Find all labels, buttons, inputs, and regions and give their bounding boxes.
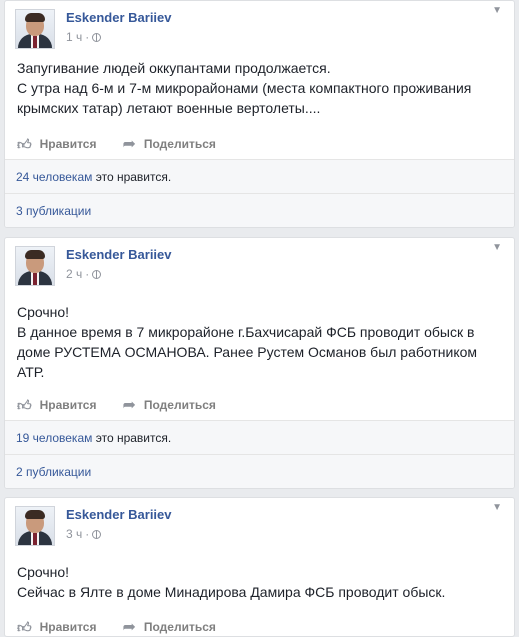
- like-label: Нравится: [39, 398, 97, 412]
- post-text: Срочно! Сейчас в Ялте в доме Минадирова …: [17, 564, 446, 600]
- like-button[interactable]: 👍︎ Нравится: [17, 619, 96, 636]
- post-header: Eskender Bariiev 1 ч · ▼: [5, 1, 514, 49]
- share-button[interactable]: ➦ Поделиться: [122, 134, 215, 154]
- share-label: Поделиться: [143, 620, 216, 634]
- share-button[interactable]: ➦ Поделиться: [122, 617, 216, 636]
- likes-suffix: это нравится.: [95, 170, 172, 184]
- avatar[interactable]: [15, 246, 55, 286]
- avatar[interactable]: [15, 506, 55, 546]
- timestamp[interactable]: 3 ч: [66, 527, 82, 541]
- like-label: Нравится: [39, 620, 97, 634]
- likes-summary: 19 человекам это нравится.: [16, 431, 171, 445]
- post-header: Eskender Bariiev 2 ч · ▼: [5, 238, 514, 286]
- post-card: Eskender Bariiev 1 ч · ▼ Запугивание люд…: [4, 0, 515, 228]
- like-button[interactable]: 👍︎ Нравится: [17, 397, 96, 414]
- chevron-down-icon[interactable]: ▼: [492, 242, 502, 253]
- globe-icon[interactable]: [92, 269, 102, 279]
- post-meta: 2 ч ·: [66, 267, 102, 281]
- engagement-strip: 19 человекам это нравится. 2 публикации: [5, 420, 514, 488]
- post-header: Eskender Bariiev 3 ч · ▼: [5, 498, 514, 546]
- action-bar: 👍︎ Нравится ➦ Поделиться: [17, 613, 502, 637]
- author-name[interactable]: Eskender Bariiev: [66, 10, 172, 25]
- like-button[interactable]: 👍︎ Нравится: [17, 136, 96, 153]
- chevron-down-icon[interactable]: ▼: [492, 5, 502, 16]
- thumbs-up-icon: 👍︎: [17, 618, 32, 635]
- thumbs-up-icon: 👍︎: [17, 135, 32, 152]
- likes-suffix: это нравится.: [95, 431, 172, 445]
- timestamp[interactable]: 2 ч: [66, 267, 82, 281]
- post-text: Срочно! В данное время в 7 микрорайоне г…: [17, 304, 478, 380]
- share-label: Поделиться: [143, 137, 216, 151]
- likes-count-link[interactable]: 19 человекам: [16, 431, 92, 445]
- like-label: Нравится: [39, 137, 97, 151]
- share-arrow-icon: ➦: [122, 397, 136, 414]
- timestamp[interactable]: 1 ч: [66, 30, 82, 44]
- likes-count-link[interactable]: 24 человекам: [16, 170, 92, 184]
- engagement-strip: 24 человекам это нравится. 3 публикации: [5, 159, 514, 227]
- post-card: Eskender Bariiev 3 ч · ▼ Срочно! Сейчас …: [4, 497, 515, 637]
- likes-summary: 24 человекам это нравится.: [16, 170, 171, 184]
- post-card: Eskender Bariiev 2 ч · ▼ Срочно! В данно…: [4, 237, 515, 489]
- post-text: Запугивание людей оккупантами продолжает…: [17, 60, 472, 116]
- action-bar: 👍︎ Нравится ➦ Поделиться: [17, 391, 502, 419]
- author-name[interactable]: Eskender Bariiev: [66, 507, 172, 522]
- share-arrow-icon: ➦: [122, 136, 136, 153]
- globe-icon[interactable]: [92, 32, 102, 42]
- share-arrow-icon: ➦: [122, 619, 136, 636]
- avatar[interactable]: [15, 9, 55, 49]
- action-bar: 👍︎ Нравится ➦ Поделиться: [17, 130, 502, 158]
- globe-icon[interactable]: [92, 529, 102, 539]
- chevron-down-icon[interactable]: ▼: [492, 502, 502, 513]
- share-button[interactable]: ➦ Поделиться: [122, 395, 215, 415]
- shares-link[interactable]: 3 публикации: [16, 204, 91, 218]
- post-meta: 1 ч ·: [66, 30, 102, 44]
- author-name[interactable]: Eskender Bariiev: [66, 247, 172, 262]
- thumbs-up-icon: 👍︎: [17, 396, 32, 413]
- shares-link[interactable]: 2 публикации: [16, 465, 91, 479]
- share-label: Поделиться: [143, 398, 216, 412]
- post-meta: 3 ч ·: [66, 527, 102, 541]
